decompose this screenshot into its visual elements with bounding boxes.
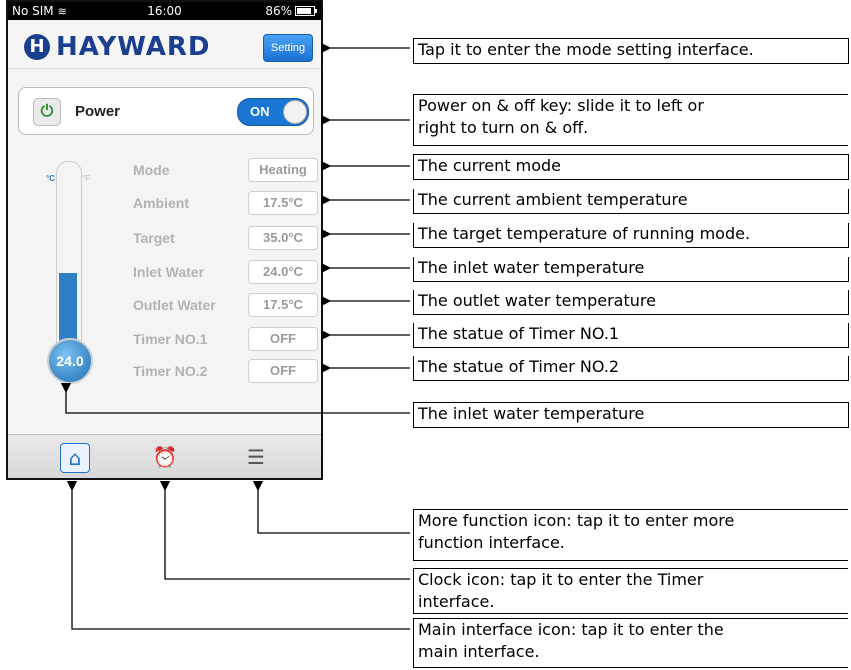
annotation-timer1: The statue of Timer NO.1 bbox=[413, 323, 849, 348]
annotation-thermometer-text: The inlet water temperature bbox=[418, 404, 645, 423]
annotation-more-line2: function interface. bbox=[418, 533, 565, 552]
annotation-home: Main interface icon: tap it to enter the… bbox=[413, 618, 848, 668]
annotation-more-line1: More function icon: tap it to enter more bbox=[418, 511, 735, 530]
annotation-power-line1: Power on & off key: slide it to left or bbox=[418, 96, 704, 115]
annotation-mode: The current mode bbox=[413, 154, 849, 180]
annotation-timer2: The statue of Timer NO.2 bbox=[413, 356, 849, 381]
annotation-clock-line1: Clock icon: tap it to enter the Timer bbox=[418, 570, 704, 589]
annotation-outlet-text: The outlet water temperature bbox=[418, 291, 656, 310]
annotation-setting: Tap it to enter the mode setting interfa… bbox=[413, 38, 849, 64]
annotation-timer2-text: The statue of Timer NO.2 bbox=[418, 357, 620, 376]
annotation-more: More function icon: tap it to enter more… bbox=[413, 509, 848, 561]
annotation-inlet: The inlet water temperature bbox=[413, 257, 849, 282]
annotation-power-line2: right to turn on & off. bbox=[418, 118, 589, 137]
annotation-mode-text: The current mode bbox=[418, 156, 562, 175]
annotation-power: Power on & off key: slide it to left or … bbox=[413, 94, 848, 146]
annotation-ambient: The current ambient temperature bbox=[413, 189, 849, 214]
annotation-outlet: The outlet water temperature bbox=[413, 290, 849, 315]
annotation-home-line2: main interface. bbox=[418, 642, 540, 661]
annotation-target-text: The target temperature of running mode. bbox=[418, 224, 751, 243]
annotation-home-line1: Main interface icon: tap it to enter the bbox=[418, 620, 724, 639]
annotation-clock-line2: interface. bbox=[418, 592, 495, 611]
annotation-ambient-text: The current ambient temperature bbox=[418, 190, 688, 209]
annotation-timer1-text: The statue of Timer NO.1 bbox=[418, 324, 620, 343]
annotation-clock: Clock icon: tap it to enter the Timer in… bbox=[413, 568, 848, 614]
annotation-target: The target temperature of running mode. bbox=[413, 223, 849, 248]
annotation-thermometer: The inlet water temperature bbox=[413, 402, 849, 428]
annotation-setting-text: Tap it to enter the mode setting interfa… bbox=[418, 40, 754, 59]
annotation-inlet-text: The inlet water temperature bbox=[418, 258, 645, 277]
